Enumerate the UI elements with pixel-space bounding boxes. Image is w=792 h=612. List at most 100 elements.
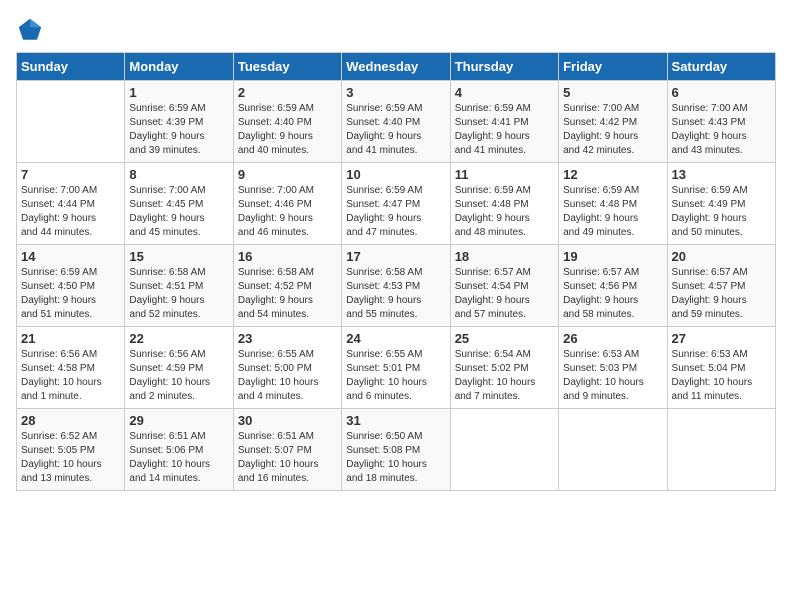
day-cell: 18Sunrise: 6:57 AM Sunset: 4:54 PM Dayli…	[450, 245, 558, 327]
day-cell: 31 Sunrise: 6:50 AM Sunset: 5:08 PM Dayli…	[342, 409, 450, 491]
day-number: 29	[129, 413, 228, 428]
day-number: 12	[563, 167, 662, 182]
calendar-table: SundayMondayTuesdayWednesdayThursdayFrid…	[16, 52, 776, 491]
day-info: Sunrise: 6:55 AM Sunset: 5:00 PM Dayligh…	[238, 348, 337, 404]
day-header-wednesday: Wednesday	[342, 53, 450, 81]
day-number: 4	[455, 85, 554, 100]
day-cell: 9Sunrise: 7:00 AM Sunset: 4:46 PM Daylig…	[233, 163, 341, 245]
logo	[16, 16, 48, 44]
day-info: Sunrise: 6:56 AM Sunset: 4:59 PM Dayligh…	[129, 348, 228, 404]
day-cell: 7 Sunrise: 7:00 AM Sunset: 4:44 PM Daylig…	[17, 163, 125, 245]
week-row-2: 7 Sunrise: 7:00 AM Sunset: 4:44 PM Daylig…	[17, 163, 776, 245]
day-info: Sunrise: 7:00 AM Sunset: 4:45 PM Dayligh…	[129, 184, 228, 240]
day-header-tuesday: Tuesday	[233, 53, 341, 81]
day-number: 25	[455, 331, 554, 346]
day-info: Sunrise: 6:59 AM Sunset: 4:39 PM Dayligh…	[129, 102, 228, 158]
day-cell: 10 Sunrise: 6:59 AM Sunset: 4:47 PM Dayli…	[342, 163, 450, 245]
day-info: Sunrise: 6:59 AM Sunset: 4:48 PM Dayligh…	[563, 184, 662, 240]
day-number: 17	[346, 249, 445, 264]
day-info: Sunrise: 6:54 AM Sunset: 5:02 PM Dayligh…	[455, 348, 554, 404]
day-cell: 11 Sunrise: 6:59 AM Sunset: 4:48 PM Dayli…	[450, 163, 558, 245]
day-info: Sunrise: 6:59 AM Sunset: 4:40 PM Dayligh…	[238, 102, 337, 158]
day-info: Sunrise: 6:58 AM Sunset: 4:52 PM Dayligh…	[238, 266, 337, 322]
day-number: 5	[563, 85, 662, 100]
day-info: Sunrise: 6:57 AM Sunset: 4:57 PM Dayligh…	[672, 266, 771, 322]
page-header	[16, 16, 776, 44]
day-info: Sunrise: 6:53 AM Sunset: 5:04 PM Dayligh…	[672, 348, 771, 404]
day-cell: 15Sunrise: 6:58 AM Sunset: 4:51 PM Dayli…	[125, 245, 233, 327]
day-number: 30	[238, 413, 337, 428]
day-cell: 4Sunrise: 6:59 AM Sunset: 4:41 PM Daylig…	[450, 81, 558, 163]
day-cell	[667, 409, 775, 491]
day-cell: 16 Sunrise: 6:58 AM Sunset: 4:52 PM Dayli…	[233, 245, 341, 327]
day-cell: 24 Sunrise: 6:55 AM Sunset: 5:01 PM Dayli…	[342, 327, 450, 409]
day-info: Sunrise: 6:59 AM Sunset: 4:50 PM Dayligh…	[21, 266, 120, 322]
week-row-4: 21 Sunrise: 6:56 AM Sunset: 4:58 PM Dayli…	[17, 327, 776, 409]
day-number: 6	[672, 85, 771, 100]
day-number: 24	[346, 331, 445, 346]
day-info: Sunrise: 6:51 AM Sunset: 5:06 PM Dayligh…	[129, 430, 228, 486]
day-header-friday: Friday	[559, 53, 667, 81]
day-cell: 29 Sunrise: 6:51 AM Sunset: 5:06 PM Dayli…	[125, 409, 233, 491]
day-info: Sunrise: 6:59 AM Sunset: 4:40 PM Dayligh…	[346, 102, 445, 158]
day-cell: 3 Sunrise: 6:59 AM Sunset: 4:40 PM Daylig…	[342, 81, 450, 163]
day-cell: 8 Sunrise: 7:00 AM Sunset: 4:45 PM Daylig…	[125, 163, 233, 245]
day-info: Sunrise: 6:51 AM Sunset: 5:07 PM Dayligh…	[238, 430, 337, 486]
day-number: 21	[21, 331, 120, 346]
day-cell: 5 Sunrise: 7:00 AM Sunset: 4:42 PM Daylig…	[559, 81, 667, 163]
day-info: Sunrise: 6:59 AM Sunset: 4:49 PM Dayligh…	[672, 184, 771, 240]
day-info: Sunrise: 7:00 AM Sunset: 4:42 PM Dayligh…	[563, 102, 662, 158]
day-info: Sunrise: 6:57 AM Sunset: 4:56 PM Dayligh…	[563, 266, 662, 322]
day-cell: 17Sunrise: 6:58 AM Sunset: 4:53 PM Dayli…	[342, 245, 450, 327]
day-cell: 30 Sunrise: 6:51 AM Sunset: 5:07 PM Dayli…	[233, 409, 341, 491]
day-cell: 13 Sunrise: 6:59 AM Sunset: 4:49 PM Dayli…	[667, 163, 775, 245]
day-info: Sunrise: 6:59 AM Sunset: 4:48 PM Dayligh…	[455, 184, 554, 240]
day-cell: 25 Sunrise: 6:54 AM Sunset: 5:02 PM Dayli…	[450, 327, 558, 409]
day-number: 10	[346, 167, 445, 182]
day-number: 2	[238, 85, 337, 100]
day-number: 1	[129, 85, 228, 100]
day-number: 11	[455, 167, 554, 182]
day-cell: 22 Sunrise: 6:56 AM Sunset: 4:59 PM Dayli…	[125, 327, 233, 409]
day-number: 16	[238, 249, 337, 264]
day-number: 26	[563, 331, 662, 346]
day-cell: 14 Sunrise: 6:59 AM Sunset: 4:50 PM Dayli…	[17, 245, 125, 327]
day-header-monday: Monday	[125, 53, 233, 81]
day-header-thursday: Thursday	[450, 53, 558, 81]
week-row-1: 1 Sunrise: 6:59 AM Sunset: 4:39 PM Daylig…	[17, 81, 776, 163]
day-number: 31	[346, 413, 445, 428]
day-info: Sunrise: 6:57 AM Sunset: 4:54 PM Dayligh…	[455, 266, 554, 322]
day-number: 3	[346, 85, 445, 100]
day-cell: 28Sunrise: 6:52 AM Sunset: 5:05 PM Dayli…	[17, 409, 125, 491]
day-cell: 1 Sunrise: 6:59 AM Sunset: 4:39 PM Daylig…	[125, 81, 233, 163]
day-number: 9	[238, 167, 337, 182]
day-info: Sunrise: 6:56 AM Sunset: 4:58 PM Dayligh…	[21, 348, 120, 404]
day-header-sunday: Sunday	[17, 53, 125, 81]
day-number: 19	[563, 249, 662, 264]
day-cell: 6Sunrise: 7:00 AM Sunset: 4:43 PM Daylig…	[667, 81, 775, 163]
logo-icon	[16, 16, 44, 44]
day-cell: 26Sunrise: 6:53 AM Sunset: 5:03 PM Dayli…	[559, 327, 667, 409]
day-header-saturday: Saturday	[667, 53, 775, 81]
day-info: Sunrise: 6:55 AM Sunset: 5:01 PM Dayligh…	[346, 348, 445, 404]
day-info: Sunrise: 6:50 AM Sunset: 5:08 PM Dayligh…	[346, 430, 445, 486]
day-number: 8	[129, 167, 228, 182]
day-number: 15	[129, 249, 228, 264]
day-info: Sunrise: 6:59 AM Sunset: 4:47 PM Dayligh…	[346, 184, 445, 240]
day-cell: 2 Sunrise: 6:59 AM Sunset: 4:40 PM Daylig…	[233, 81, 341, 163]
day-number: 23	[238, 331, 337, 346]
day-cell: 19 Sunrise: 6:57 AM Sunset: 4:56 PM Dayli…	[559, 245, 667, 327]
day-number: 28	[21, 413, 120, 428]
day-info: Sunrise: 7:00 AM Sunset: 4:44 PM Dayligh…	[21, 184, 120, 240]
day-number: 7	[21, 167, 120, 182]
day-number: 22	[129, 331, 228, 346]
day-cell: 27Sunrise: 6:53 AM Sunset: 5:04 PM Dayli…	[667, 327, 775, 409]
week-row-5: 28Sunrise: 6:52 AM Sunset: 5:05 PM Dayli…	[17, 409, 776, 491]
day-number: 13	[672, 167, 771, 182]
day-cell: 23 Sunrise: 6:55 AM Sunset: 5:00 PM Dayli…	[233, 327, 341, 409]
day-number: 14	[21, 249, 120, 264]
day-number: 20	[672, 249, 771, 264]
day-cell	[450, 409, 558, 491]
day-cell: 20 Sunrise: 6:57 AM Sunset: 4:57 PM Dayli…	[667, 245, 775, 327]
day-cell	[559, 409, 667, 491]
